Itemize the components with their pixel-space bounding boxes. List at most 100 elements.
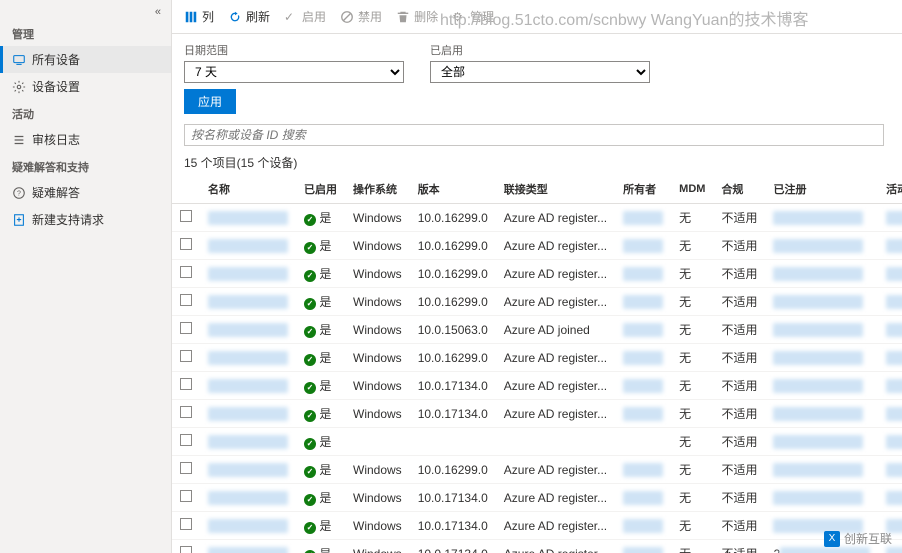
check-icon: ✓ xyxy=(304,494,316,506)
section-header: 疑难解答和支持 xyxy=(0,153,171,179)
row-checkbox[interactable] xyxy=(180,294,192,306)
column-header[interactable]: 联接类型 xyxy=(496,175,615,204)
table-row[interactable]: xxxx✓ 是Windows10.0.16299.0Azure AD regis… xyxy=(172,344,902,372)
logo-icon: X xyxy=(824,531,840,547)
toolbar: 列 刷新 ✓ 启用 禁用 删除 ⚙ 管理 xyxy=(172,0,902,34)
manage-button[interactable]: ⚙ 管理 xyxy=(452,8,494,25)
column-header[interactable]: 活动 xyxy=(878,175,902,204)
sidebar-item-list[interactable]: 审核日志 xyxy=(0,126,171,153)
row-checkbox[interactable] xyxy=(180,406,192,418)
table-row[interactable]: xxxx✓ 是Windows10.0.16299.0Azure AD regis… xyxy=(172,260,902,288)
column-header[interactable]: 名称 xyxy=(200,175,296,204)
column-header[interactable]: 操作系统 xyxy=(345,175,410,204)
check-icon: ✓ xyxy=(304,522,316,534)
svg-text:?: ? xyxy=(17,190,21,197)
refresh-button[interactable]: 刷新 xyxy=(228,8,270,25)
enable-label: 启用 xyxy=(302,8,326,25)
table-row[interactable]: xxxx✓ 是Windows10.0.17134.0Azure AD regis… xyxy=(172,400,902,428)
section-header: 管理 xyxy=(0,20,171,46)
table-row[interactable]: xxxx✓ 是Windows10.0.17134.0Azure AD regis… xyxy=(172,540,902,553)
column-header[interactable]: 版本 xyxy=(410,175,496,204)
device-icon xyxy=(12,53,26,67)
new-icon xyxy=(12,213,26,227)
check-icon: ✓ xyxy=(304,382,316,394)
row-checkbox[interactable] xyxy=(180,350,192,362)
column-header[interactable]: MDM xyxy=(671,175,713,204)
row-checkbox[interactable] xyxy=(180,210,192,222)
sidebar-item-new[interactable]: 新建支持请求 xyxy=(0,206,171,233)
check-icon: ✓ xyxy=(284,10,298,24)
row-checkbox[interactable] xyxy=(180,546,192,553)
refresh-icon xyxy=(228,10,242,24)
date-range-select[interactable]: 7 天 xyxy=(184,61,404,83)
item-count: 15 个项目(15 个设备) xyxy=(172,150,902,175)
table-row[interactable]: xxxx✓ 是Windows10.0.16299.0Azure AD regis… xyxy=(172,456,902,484)
check-icon: ✓ xyxy=(304,326,316,338)
table-row[interactable]: xxxx✓ 是无不适用xxxxxx xyxy=(172,428,902,456)
check-icon: ✓ xyxy=(304,354,316,366)
enabled-filter-label: 已启用 xyxy=(430,42,650,58)
sidebar-item-label: 所有设备 xyxy=(32,51,80,68)
disable-button[interactable]: 禁用 xyxy=(340,8,382,25)
check-icon: ✓ xyxy=(304,466,316,478)
enabled-filter-select[interactable]: 全部 xyxy=(430,61,650,83)
devices-table: 名称已启用操作系统版本联接类型所有者MDM合规已注册活动 xxxx✓ 是Wind… xyxy=(172,175,902,553)
table-row[interactable]: xxxx✓ 是Windows10.0.16299.0Azure AD regis… xyxy=(172,232,902,260)
columns-label: 列 xyxy=(202,8,214,25)
manage-label: 管理 xyxy=(470,8,494,25)
row-checkbox[interactable] xyxy=(180,434,192,446)
table-row[interactable]: xxxx✓ 是Windows10.0.17134.0Azure AD regis… xyxy=(172,512,902,540)
row-checkbox[interactable] xyxy=(180,462,192,474)
table-row[interactable]: xxxx✓ 是Windows10.0.17134.0Azure AD regis… xyxy=(172,372,902,400)
main-panel: 列 刷新 ✓ 启用 禁用 删除 ⚙ 管理 xyxy=(172,0,902,553)
check-icon: ✓ xyxy=(304,214,316,226)
columns-button[interactable]: 列 xyxy=(184,8,214,25)
section-header: 活动 xyxy=(0,100,171,126)
search-input[interactable] xyxy=(184,124,884,146)
sidebar-item-label: 疑难解答 xyxy=(32,184,80,201)
check-icon: ✓ xyxy=(304,438,316,450)
enable-button[interactable]: ✓ 启用 xyxy=(284,8,326,25)
sidebar-item-device[interactable]: 所有设备 xyxy=(0,46,171,73)
row-checkbox[interactable] xyxy=(180,238,192,250)
apply-button[interactable]: 应用 xyxy=(184,89,236,114)
delete-button[interactable]: 删除 xyxy=(396,8,438,25)
row-checkbox[interactable] xyxy=(180,490,192,502)
logo-text: 创新互联 xyxy=(844,530,892,547)
column-header[interactable]: 已启用 xyxy=(296,175,345,204)
sidebar-item-help[interactable]: ? 疑难解答 xyxy=(0,179,171,206)
check-icon: ✓ xyxy=(304,270,316,282)
gear-icon xyxy=(12,80,26,94)
column-header[interactable]: 所有者 xyxy=(615,175,671,204)
collapse-sidebar-button[interactable]: « xyxy=(0,4,171,20)
row-checkbox[interactable] xyxy=(180,378,192,390)
disable-label: 禁用 xyxy=(358,8,382,25)
table-row[interactable]: xxxx✓ 是Windows10.0.17134.0Azure AD regis… xyxy=(172,484,902,512)
row-checkbox[interactable] xyxy=(180,322,192,334)
refresh-label: 刷新 xyxy=(246,8,270,25)
columns-icon xyxy=(184,10,198,24)
trash-icon xyxy=(396,10,410,24)
check-icon: ✓ xyxy=(304,298,316,310)
table-row[interactable]: xxxx✓ 是Windows10.0.16299.0Azure AD regis… xyxy=(172,204,902,232)
column-header[interactable]: 合规 xyxy=(713,175,765,204)
table-row[interactable]: xxxx✓ 是Windows10.0.16299.0Azure AD regis… xyxy=(172,288,902,316)
sidebar-item-label: 新建支持请求 xyxy=(32,211,104,228)
row-checkbox[interactable] xyxy=(180,266,192,278)
check-icon: ✓ xyxy=(304,242,316,254)
gear-icon: ⚙ xyxy=(452,10,466,24)
sidebar-item-label: 审核日志 xyxy=(32,131,80,148)
row-checkbox[interactable] xyxy=(180,518,192,530)
sidebar: « 管理所有设备设备设置活动审核日志疑难解答和支持? 疑难解答新建支持请求 xyxy=(0,0,172,553)
column-header[interactable]: 已注册 xyxy=(765,175,878,204)
delete-label: 删除 xyxy=(414,8,438,25)
check-icon: ✓ xyxy=(304,410,316,422)
forbid-icon xyxy=(340,10,354,24)
table-row[interactable]: xxxx✓ 是Windows10.0.15063.0Azure AD joine… xyxy=(172,316,902,344)
sidebar-item-gear[interactable]: 设备设置 xyxy=(0,73,171,100)
help-icon: ? xyxy=(12,186,26,200)
sidebar-item-label: 设备设置 xyxy=(32,78,80,95)
footer-logo: X 创新互联 xyxy=(824,530,892,547)
filter-row: 日期范围 7 天 已启用 全部 xyxy=(172,34,902,89)
date-range-label: 日期范围 xyxy=(184,42,404,58)
